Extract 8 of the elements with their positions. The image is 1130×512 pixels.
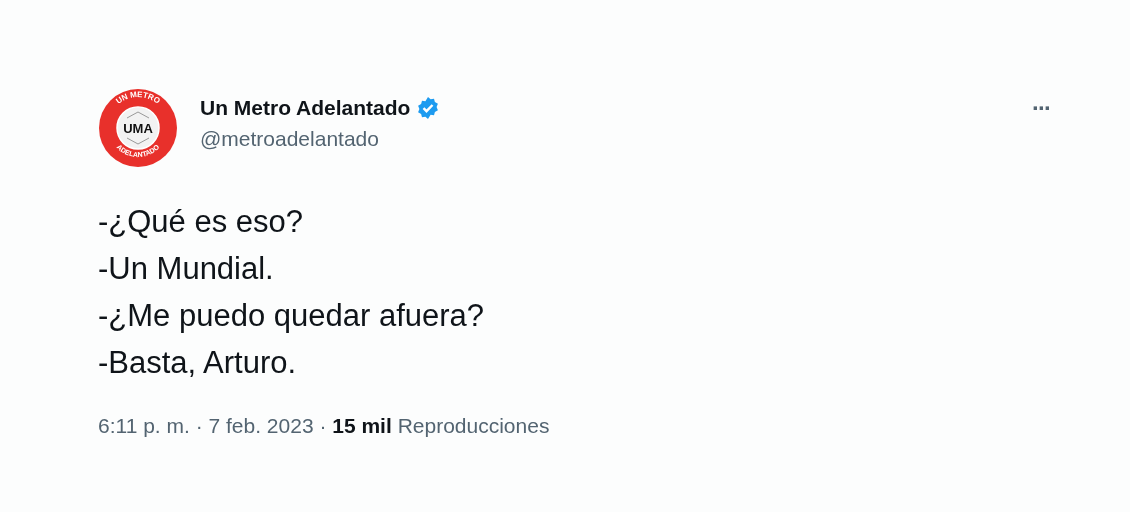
tweet-text-line: -Un Mundial. [98,250,275,288]
more-button[interactable]: ··· [1032,94,1050,122]
author-handle[interactable]: @metroadelantado [200,127,1010,151]
tweet-meta: 6:11 p. m. · 7 feb. 2023 · 15 mil Reproducciones [98,414,551,438]
tweet-text-line: -Basta, Arturo. [98,344,298,382]
tweet-text-line: -¿Qué es eso? [98,203,305,241]
author-name[interactable]: Un Metro Adelantado [200,96,411,120]
tweet-text-line: -¿Me puedo quedar afuera? [98,297,486,335]
